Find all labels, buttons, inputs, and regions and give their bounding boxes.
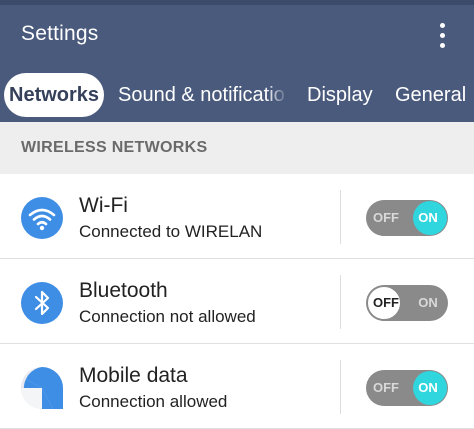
bluetooth-icon xyxy=(21,282,63,324)
bluetooth-toggle[interactable]: OFF ON xyxy=(366,285,448,321)
toggle-on-label: ON xyxy=(418,210,438,225)
divider xyxy=(340,190,341,244)
wifi-toggle[interactable]: OFF ON xyxy=(366,200,448,236)
app-bar: Settings Networks Sound & notificatio Di… xyxy=(0,0,474,122)
toggle-off-label: OFF xyxy=(373,295,399,310)
mobile-data-row[interactable]: Mobile data Connection allowed OFF ON xyxy=(0,344,474,429)
toggle-on-label: ON xyxy=(418,295,438,310)
mobile-data-title: Mobile data xyxy=(79,364,188,387)
tab-networks[interactable]: Networks xyxy=(4,73,105,117)
bluetooth-subtitle: Connection not allowed xyxy=(79,307,256,326)
section-header: WIRELESS NETWORKS xyxy=(0,122,474,174)
mobile-data-subtitle: Connection allowed xyxy=(79,392,228,411)
wifi-subtitle: Connected to WIRELAN xyxy=(79,222,263,241)
tab-general[interactable]: General xyxy=(395,72,466,118)
toggle-off-label: OFF xyxy=(373,380,399,395)
wifi-title: Wi-Fi xyxy=(79,194,128,217)
tab-display[interactable]: Display xyxy=(307,72,373,118)
tab-sound-notifications[interactable]: Sound & notificatio xyxy=(118,72,288,118)
page-title: Settings xyxy=(21,22,99,45)
status-strip xyxy=(0,0,474,5)
bluetooth-row[interactable]: Bluetooth Connection not allowed OFF ON xyxy=(0,259,474,344)
mobile-data-icon xyxy=(21,367,63,409)
mobile-data-toggle[interactable]: OFF ON xyxy=(366,370,448,406)
bluetooth-title: Bluetooth xyxy=(79,279,168,302)
wifi-icon xyxy=(21,197,63,239)
divider xyxy=(340,360,341,414)
section-header-label: WIRELESS NETWORKS xyxy=(21,139,208,156)
toggle-off-label: OFF xyxy=(373,210,399,225)
wifi-row[interactable]: Wi-Fi Connected to WIRELAN OFF ON xyxy=(0,174,474,259)
divider xyxy=(340,275,341,329)
toggle-on-label: ON xyxy=(418,380,438,395)
more-vertical-icon[interactable] xyxy=(437,23,447,49)
tab-bar: Networks Sound & notificatio Display Gen… xyxy=(0,72,474,118)
